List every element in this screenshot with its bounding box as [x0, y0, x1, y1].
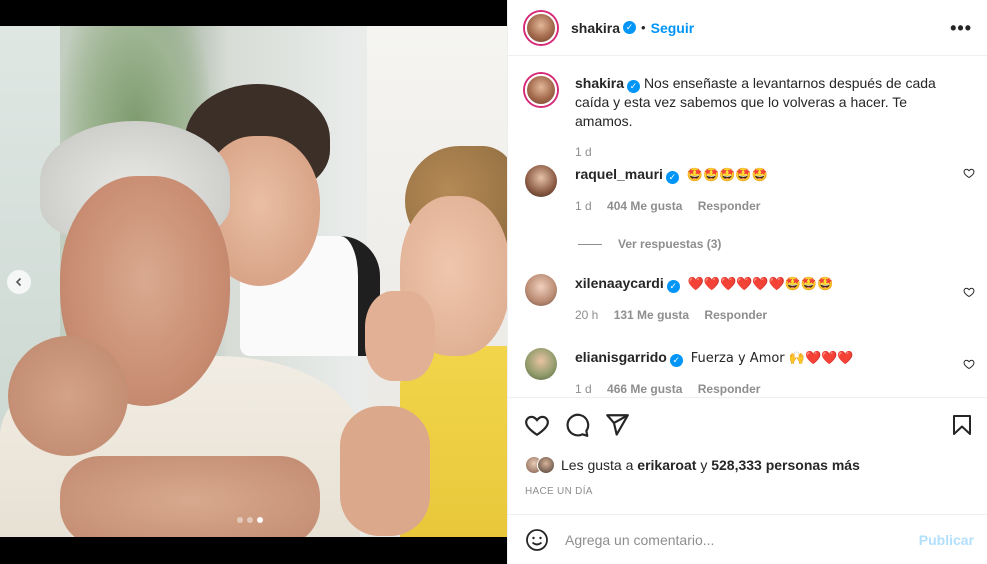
comment-text: Fuerza y Amor 🙌❤️❤️❤️: [690, 351, 854, 366]
post-media: [0, 0, 507, 564]
likes-summary[interactable]: Les gusta a erikaroat y 528,333 personas…: [525, 456, 860, 474]
like-heart-icon[interactable]: [524, 412, 550, 438]
likes-user[interactable]: erikaroat: [637, 457, 696, 473]
verified-badge-icon: ✓: [627, 80, 641, 93]
post-date[interactable]: HACE UN DÍA: [525, 486, 593, 497]
likes-middle: y: [700, 457, 708, 473]
comment-time[interactable]: 1 d: [575, 382, 592, 396]
follow-button[interactable]: Seguir: [651, 20, 695, 36]
comment-bubble-icon[interactable]: [564, 412, 590, 438]
likes-count[interactable]: 528,333 personas más: [711, 457, 860, 473]
verified-badge-icon: ✓: [666, 280, 680, 293]
avatar: [537, 456, 555, 474]
reply-button[interactable]: Responder: [698, 382, 761, 396]
comment-likes[interactable]: 131 Me gusta: [614, 308, 689, 322]
comment-username[interactable]: elianisgarrido: [575, 349, 667, 365]
post-photo[interactable]: [0, 26, 507, 537]
comment-username[interactable]: xilenaaycardi: [575, 275, 664, 291]
view-replies-label: Ver respuestas (3): [618, 237, 722, 251]
caption-username[interactable]: shakira: [575, 75, 624, 91]
like-comment-heart-icon[interactable]: [963, 358, 975, 370]
comment-text: ❤️❤️❤️❤️❤️❤️🤩🤩🤩: [687, 277, 834, 292]
carousel-dot: [237, 517, 243, 523]
comment-time[interactable]: 20 h: [575, 308, 598, 322]
avatar[interactable]: [525, 348, 557, 380]
comment-composer: Publicar: [508, 514, 987, 564]
comment-username[interactable]: raquel_mauri: [575, 166, 663, 182]
post-panel: shakira ✓ • Seguir ••• shakira ✓ Nos ense…: [507, 0, 987, 564]
emoji-icon[interactable]: [525, 528, 549, 552]
caption: shakira ✓ Nos enseñaste a levantarnos des…: [525, 74, 975, 159]
comment-item: elianisgarrido ✓ Fuerza y Amor 🙌❤️❤️❤️ 1 …: [525, 348, 975, 396]
avatar[interactable]: [525, 165, 557, 197]
avatar[interactable]: [525, 74, 557, 106]
caption-time: 1 d: [575, 145, 592, 159]
carousel-prev-button[interactable]: [7, 270, 31, 294]
avatar[interactable]: [525, 11, 557, 44]
carousel-dot-active: [257, 517, 263, 523]
separator-dot: •: [641, 20, 646, 35]
comment-time[interactable]: 1 d: [575, 199, 592, 213]
reply-button[interactable]: Responder: [704, 308, 767, 322]
comment-likes[interactable]: 466 Me gusta: [607, 382, 682, 396]
reply-button[interactable]: Responder: [698, 199, 761, 213]
verified-badge-icon: ✓: [665, 171, 679, 184]
comment-item: xilenaaycardi ✓ ❤️❤️❤️❤️❤️❤️🤩🤩🤩 20 h 131 …: [525, 274, 975, 322]
more-options-icon[interactable]: •••: [950, 18, 972, 39]
likes-prefix: Les gusta a: [561, 457, 634, 473]
verified-badge-icon: ✓: [669, 354, 683, 367]
carousel-dot: [247, 517, 253, 523]
post-actions: Les gusta a erikaroat y 528,333 personas…: [508, 397, 987, 514]
like-comment-heart-icon[interactable]: [963, 167, 975, 179]
comment-input[interactable]: [565, 531, 885, 548]
carousel-dots: [237, 517, 263, 523]
comment-likes[interactable]: 404 Me gusta: [607, 199, 682, 213]
like-comment-heart-icon[interactable]: [963, 286, 975, 298]
chevron-left-icon: [15, 277, 22, 287]
comment-item: raquel_mauri ✓ 🤩🤩🤩🤩🤩 1 d 404 Me gusta Res…: [525, 165, 975, 213]
publish-button[interactable]: Publicar: [919, 532, 974, 548]
avatar[interactable]: [525, 274, 557, 306]
comments-list[interactable]: shakira ✓ Nos enseñaste a levantarnos des…: [508, 57, 987, 397]
share-paper-plane-icon[interactable]: [604, 412, 630, 438]
save-bookmark-icon[interactable]: [950, 412, 974, 438]
header-username[interactable]: shakira: [571, 20, 620, 36]
post-header: shakira ✓ • Seguir •••: [508, 0, 987, 56]
comment-text: 🤩🤩🤩🤩🤩: [686, 168, 768, 183]
view-replies-button[interactable]: Ver respuestas (3): [578, 237, 721, 251]
verified-badge-icon: ✓: [623, 21, 637, 34]
